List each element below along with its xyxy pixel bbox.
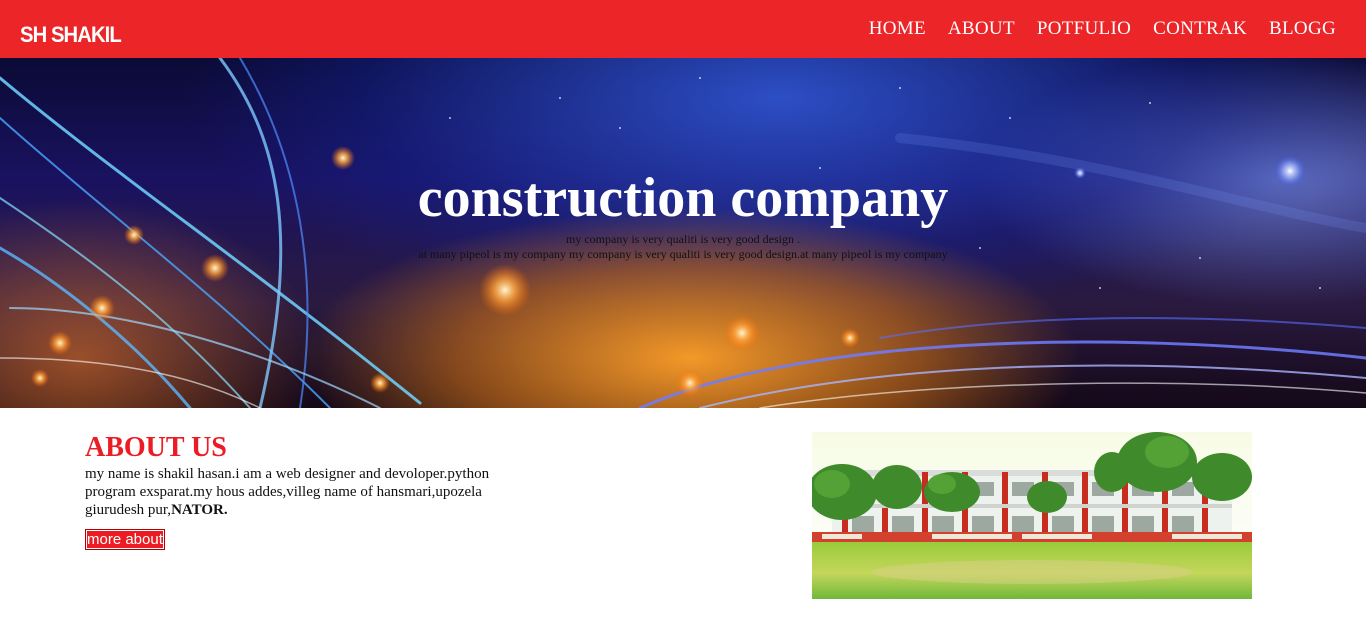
hero-title: construction company: [417, 167, 949, 229]
hero-banner: construction company my company is very …: [0, 58, 1366, 408]
about-building-image: [812, 432, 1252, 599]
nav-about[interactable]: ABOUT: [948, 18, 1015, 40]
nav-portfolio[interactable]: POTFULIO: [1037, 18, 1131, 40]
nav-contact[interactable]: CONTRAK: [1153, 18, 1247, 40]
hero-subtitle-line-2: at many pipeol is my company my company …: [418, 247, 948, 261]
nav-blog[interactable]: BLOGG: [1269, 18, 1336, 40]
nav-home[interactable]: HOME: [869, 18, 926, 40]
site-header: SH SHAKIL HOME ABOUT POTFULIO CONTRAK BL…: [0, 0, 1366, 58]
about-description-bold: NATOR.: [171, 502, 228, 518]
about-description: my name is shakil hasan.i am a web desig…: [85, 466, 490, 518]
hero-subtitle-line-1: my company is very qualiti is very good …: [566, 232, 800, 246]
more-about-button[interactable]: more about: [85, 529, 165, 550]
site-logo[interactable]: SH SHAKIL: [20, 20, 122, 50]
building-photo: [812, 432, 1252, 599]
about-text: my name is shakil hasan.i am a web desig…: [85, 465, 525, 519]
main-nav: HOME ABOUT POTFULIO CONTRAK BLOGG: [869, 0, 1336, 58]
about-title: ABOUT US: [85, 432, 227, 463]
